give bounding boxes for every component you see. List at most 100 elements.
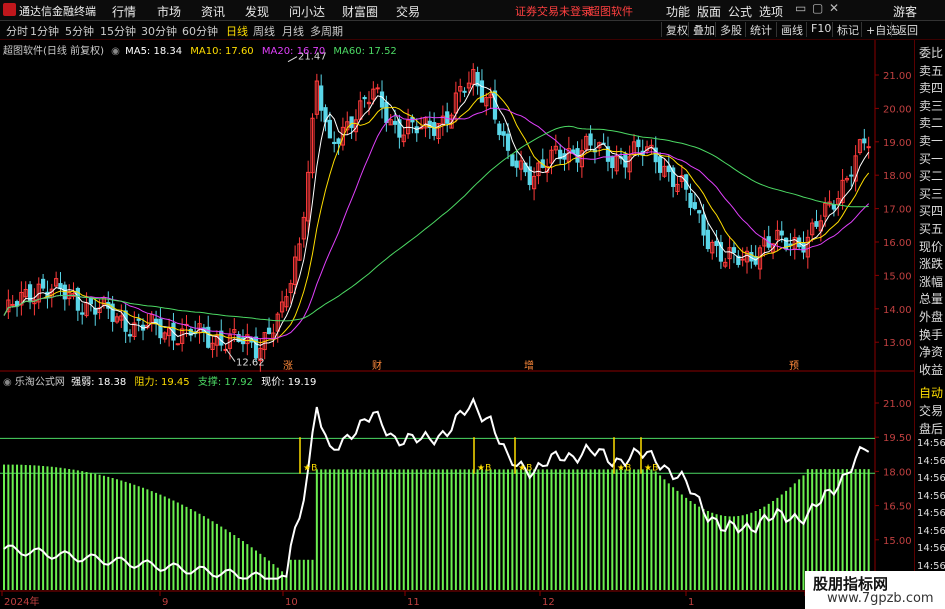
candle-body	[862, 138, 867, 144]
candle-body	[610, 155, 615, 169]
tab-weekly[interactable]: 周线	[253, 23, 275, 39]
low-pointer	[225, 348, 236, 362]
window-icon[interactable]: ▢	[812, 1, 823, 15]
watermark: 股朋指标网 www.7gpzb.com	[805, 571, 945, 609]
kline-chart[interactable]: 21.4712.62 涨财增预 ★B ★B ★B ★B ★B 21.0020.0019.0…	[0, 40, 914, 609]
sub-axis-label: 16.50	[883, 502, 912, 513]
event-mark: 涨	[283, 360, 293, 372]
mark-button[interactable]: 标记	[832, 22, 863, 37]
sub-title: 乐淘公式网	[14, 377, 65, 388]
main-legend: 超图软件(日线 前复权) ◉ MA5: 18.34 MA10: 17.60 MA…	[3, 42, 397, 57]
settings-icon[interactable]: ◉	[111, 46, 120, 57]
quote-label: 买四	[919, 204, 944, 219]
main-axis-label: 18.00	[883, 171, 912, 182]
tab-60min[interactable]: 60分钟	[182, 23, 218, 39]
period-toolbar: 分时 1分钟 5分钟 15分钟 30分钟 60分钟 日线 周线 月线 多周期 复…	[0, 21, 945, 40]
quote-label: 涨幅	[919, 274, 944, 289]
menu-layout[interactable]: 版面	[697, 3, 721, 20]
menu-ask[interactable]: 问小达	[289, 3, 325, 20]
close-icon[interactable]: ✕	[829, 1, 839, 15]
sub-axis-label: 19.50	[883, 433, 912, 444]
candle-body	[731, 247, 737, 253]
quote-label: 卖四	[919, 81, 944, 96]
tab-15min[interactable]: 15分钟	[100, 23, 136, 39]
candle-body	[714, 240, 719, 247]
quote-label: 收益	[919, 362, 944, 377]
menu-formula[interactable]: 公式	[728, 3, 752, 20]
sub-settings-icon[interactable]: ◉	[3, 377, 12, 388]
multi-stock-button[interactable]: 多股	[715, 22, 746, 37]
tab-monthly[interactable]: 月线	[282, 23, 304, 39]
tick-time: 14:56	[917, 508, 945, 519]
main-axis-label: 15.00	[883, 271, 912, 282]
candle-body	[688, 193, 693, 208]
candle-body	[666, 165, 671, 173]
menu-functions[interactable]: 功能	[666, 3, 690, 20]
x-axis-label: 12	[542, 597, 555, 608]
tab-1min[interactable]: 1分钟	[30, 23, 59, 39]
candle-body	[740, 258, 745, 261]
x-axis-label: 1	[688, 597, 694, 608]
candle-body	[392, 120, 398, 125]
candle-body	[379, 91, 385, 108]
tab-timeshare[interactable]: 分时	[6, 23, 28, 39]
candle-body	[175, 343, 180, 346]
main-axis-label: 17.00	[883, 205, 912, 216]
quote-label: 卖三	[919, 98, 944, 113]
login-status[interactable]: 证券交易未登录	[515, 3, 592, 19]
stock-name: 超图软件	[589, 5, 633, 18]
tab-5min[interactable]: 5分钟	[65, 23, 94, 39]
tab-30min[interactable]: 30分钟	[141, 23, 177, 39]
menu-discover[interactable]: 发现	[245, 3, 269, 20]
panel-tab[interactable]: 自动	[919, 384, 943, 401]
tab-multi-period[interactable]: 多周期	[310, 23, 343, 39]
sub-axis-label: 21.00	[883, 399, 912, 410]
candle-body	[41, 278, 46, 289]
quote-side-panel: 委比 卖五 卖四 卖三 卖二 卖一 买一 买二 买三 买四 买五 现价 涨跌 涨幅 总量 外盘 换手 净资 收益 自动…	[914, 40, 945, 609]
candle-body	[10, 303, 15, 306]
candle-body	[849, 174, 854, 177]
draw-line-button[interactable]: 画线	[776, 22, 807, 37]
statistics-button[interactable]: 统计	[745, 22, 776, 37]
signal-star: ★B	[303, 464, 317, 474]
x-axis-label: 2024年	[4, 595, 39, 608]
ma5-label: MA5: 18.34	[125, 46, 183, 57]
back-button[interactable]: 返回	[891, 22, 922, 37]
tick-time: 14:56	[917, 490, 945, 502]
candle-body	[814, 221, 819, 227]
sub-legend: ◉ 乐淘公式网 强弱: 18.38 阻力: 19.45 支撑: 17.92 现价…	[3, 373, 316, 388]
candle-body	[510, 154, 515, 167]
guest-user[interactable]: 游客	[893, 3, 917, 20]
app-logo-icon	[3, 3, 16, 16]
watermark-url: www.7gpzb.com	[827, 591, 934, 606]
ma20-label: MA20: 16.70	[261, 46, 326, 57]
x-axis-label: 11	[407, 597, 420, 608]
minimize-icon[interactable]: ▭	[795, 1, 806, 15]
candle-body	[692, 202, 697, 210]
menu-wealth-circle[interactable]: 财富圈	[342, 3, 378, 20]
quote-label: 买三	[919, 186, 944, 201]
candle-body	[505, 133, 511, 151]
candle-body	[445, 111, 450, 124]
main-axis-label: 13.00	[883, 338, 912, 349]
tick-time: 14:56	[917, 543, 945, 554]
quote-label: 委比	[919, 46, 944, 60]
candle-body	[705, 229, 710, 250]
candle-body	[384, 101, 389, 123]
menu-trade[interactable]: 交易	[396, 3, 420, 20]
menu-market[interactable]: 市场	[157, 3, 181, 20]
candle-body	[701, 214, 706, 236]
candle-body	[432, 122, 437, 136]
panel-tab[interactable]: 盘后	[919, 420, 943, 437]
current-price-label: 现价: 19.19	[261, 377, 317, 388]
f10-button[interactable]: F10	[806, 22, 835, 37]
panel-tab[interactable]: 交易	[919, 402, 943, 419]
menu-options[interactable]: 选项	[759, 3, 783, 20]
ma60-label: MA60: 17.52	[333, 46, 397, 57]
menu-market-quotes[interactable]: 行情	[112, 3, 136, 20]
tab-daily[interactable]: 日线	[226, 23, 248, 39]
candle-body	[375, 87, 380, 90]
tick-time: 14:56	[917, 473, 945, 484]
candle-body	[123, 310, 128, 332]
menu-news[interactable]: 资讯	[201, 3, 225, 20]
